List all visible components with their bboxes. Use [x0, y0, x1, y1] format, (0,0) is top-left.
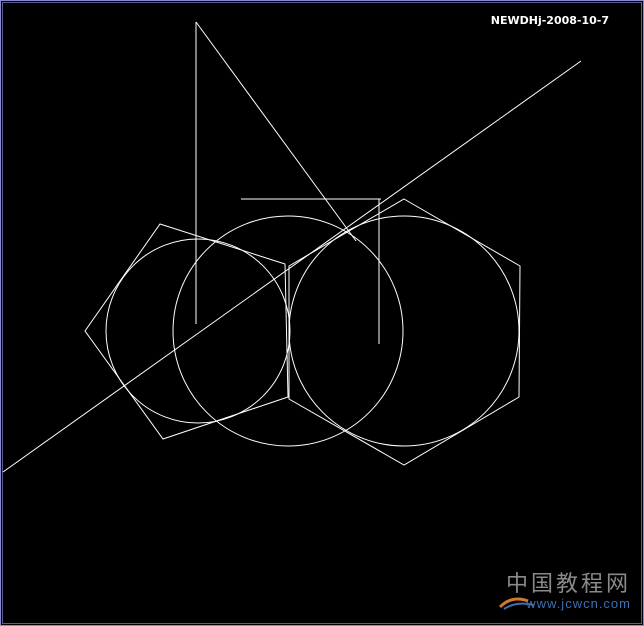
diagonal-line	[2, 60, 582, 473]
middle-circle	[172, 215, 404, 447]
author-date-stamp: NEWDHj-2008-10-7	[490, 14, 609, 27]
left-circle	[105, 238, 291, 424]
geometry-canvas	[2, 21, 582, 473]
left-pentagon	[84, 223, 289, 440]
right-circle	[288, 215, 520, 447]
drawing-window: NEWDHj-2008-10-7 中国教程网 www.jcwcn.com	[0, 0, 644, 626]
right-hexagon	[288, 198, 521, 466]
slanted-line	[195, 21, 357, 242]
